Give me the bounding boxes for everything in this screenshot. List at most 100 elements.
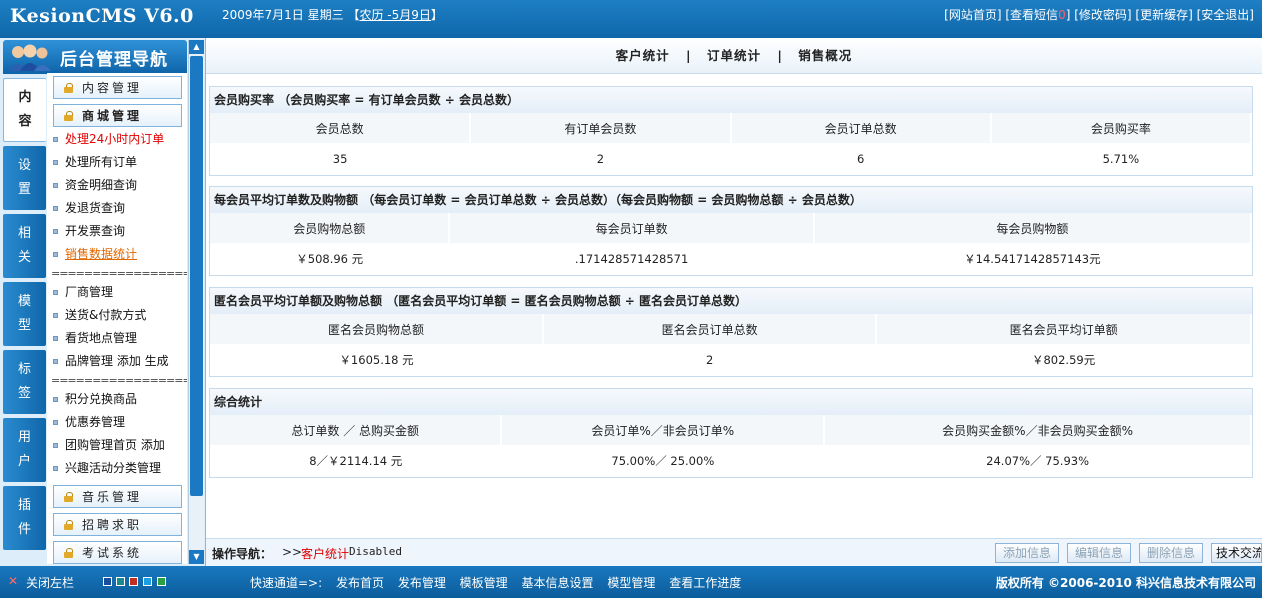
close-sidebar-link[interactable]: 关闭左栏 <box>26 574 74 591</box>
quick-link-publish-home[interactable]: 发布首页 <box>336 576 384 590</box>
bullet-icon <box>53 313 58 318</box>
menu-item-coupons[interactable]: 优惠券管理 <box>53 412 125 432</box>
theme-swatch[interactable] <box>116 577 125 586</box>
quick-link-templates[interactable]: 模板管理 <box>460 576 508 590</box>
lock-icon <box>64 82 73 93</box>
column-header: 匿名会员订单总数 <box>543 314 878 344</box>
bullet-icon <box>53 183 58 188</box>
sidebar-tab-model[interactable]: 模型 <box>3 282 46 346</box>
menu-item-orders-24h[interactable]: 处理24小时内订单 <box>53 129 164 149</box>
theme-swatch[interactable] <box>103 577 112 586</box>
column-header: 总订单数 ／ 总购买金额 <box>210 415 503 445</box>
scrollbar-thumb[interactable] <box>190 56 203 496</box>
menu-item-shipping-payment[interactable]: 送货&付款方式 <box>53 305 146 325</box>
section-music-management[interactable]: 音乐管理 <box>53 485 182 508</box>
bullet-icon <box>53 137 58 142</box>
sidebar-tab-tags[interactable]: 标签 <box>3 350 46 414</box>
tech-support-button[interactable]: 技术交流 <box>1211 543 1262 563</box>
panel-title: 综合统计 <box>210 389 1252 415</box>
refresh-cache-link[interactable]: [更新缓存] <box>1135 8 1192 22</box>
quick-link-models[interactable]: 模型管理 <box>607 576 655 590</box>
quick-link-publish-manage[interactable]: 发布管理 <box>398 576 446 590</box>
bullet-icon <box>53 229 58 234</box>
lock-icon <box>64 519 73 530</box>
sidebar-tab-settings[interactable]: 设置 <box>3 146 46 210</box>
lock-icon <box>64 110 73 121</box>
op-nav-label: 操作导航： <box>212 547 273 561</box>
menu-item-invoices[interactable]: 开发票查询 <box>53 221 125 241</box>
section-jobs[interactable]: 招聘求职 <box>53 513 182 536</box>
scroll-up-icon[interactable]: ▲ <box>189 40 204 54</box>
home-link[interactable]: [网站首页] <box>944 8 1001 22</box>
sidebar-tab-users[interactable]: 用户 <box>3 418 46 482</box>
lunar-date-link[interactable]: 农历 -5月9日 <box>359 8 430 22</box>
delete-info-button[interactable]: 删除信息 <box>1139 543 1203 563</box>
quick-link-work-progress[interactable]: 查看工作进度 <box>669 576 741 590</box>
menu-item-points-exchange[interactable]: 积分兑换商品 <box>53 389 137 409</box>
bullet-icon <box>53 359 58 364</box>
column-header: 会员购买金额%／非会员购买金额% <box>824 415 1252 445</box>
logout-link[interactable]: [安全退出] <box>1197 8 1254 22</box>
column-header: 会员订单%／非会员订单% <box>501 415 826 445</box>
add-info-button[interactable]: 添加信息 <box>995 543 1059 563</box>
table-header-row: 总订单数 ／ 总购买金额 会员订单%／非会员订单% 会员购买金额%／非会员购买金… <box>210 415 1252 445</box>
lock-icon <box>64 491 73 502</box>
menu-item-sales-stats[interactable]: 销售数据统计 <box>53 244 137 264</box>
menu-item-pickup-locations[interactable]: 看货地点管理 <box>53 328 137 348</box>
bullet-icon <box>53 466 58 471</box>
section-mall-management[interactable]: 商城管理 <box>53 104 182 127</box>
bullet-icon <box>53 290 58 295</box>
column-header: 会员订单总数 <box>730 113 992 143</box>
tab-order-stats[interactable]: 订单统计 <box>707 38 761 74</box>
edit-info-button[interactable]: 编辑信息 <box>1067 543 1131 563</box>
change-password-link[interactable]: [修改密码] <box>1074 8 1131 22</box>
quick-link-basic-settings[interactable]: 基本信息设置 <box>522 576 594 590</box>
tab-sales-overview[interactable]: 销售概况 <box>798 38 852 74</box>
menu-item-group-buy[interactable]: 团购管理首页 添加 <box>53 435 165 455</box>
tab-customer-stats[interactable]: 客户统计 <box>616 38 670 74</box>
section-content-management[interactable]: 内容管理 <box>53 76 182 99</box>
section-exam-system[interactable]: 考试系统 <box>53 541 182 564</box>
table-header-row: 会员购物总额 每会员订单数 每会员购物额 <box>210 213 1253 243</box>
date-text: 2009年7月1日 星期三 <box>222 8 344 22</box>
table-cell: 2 <box>706 353 714 367</box>
bullet-icon <box>53 443 58 448</box>
op-nav-current[interactable]: 客户统计 <box>301 545 349 562</box>
menu-separator: ================== <box>51 374 187 387</box>
panel-title: 会员购买率 （会员购买率 = 有订单会员数 ÷ 会员总数） <box>210 87 1252 113</box>
sidebar-tab-plugins[interactable]: 插件 <box>3 486 46 550</box>
sidebar-tab-related[interactable]: 相关 <box>3 214 46 278</box>
menu-item-fund-details[interactable]: 资金明细查询 <box>53 175 137 195</box>
bullet-icon <box>53 336 58 341</box>
sidebar-scrollbar[interactable]: ▲ ▼ <box>188 40 204 564</box>
column-header: 每会员购物额 <box>813 213 1253 243</box>
menu-item-vendors[interactable]: 厂商管理 <box>53 282 113 302</box>
table-header-row: 会员总数 有订单会员数 会员订单总数 会员购买率 <box>210 113 1253 143</box>
menu-item-brands[interactable]: 品牌管理 添加 生成 <box>53 351 169 371</box>
close-icon[interactable]: ✕ <box>8 574 18 588</box>
menu-item-all-orders[interactable]: 处理所有订单 <box>53 152 137 172</box>
messages-link[interactable]: [查看短信0] <box>1005 8 1070 22</box>
menu-item-returns[interactable]: 发退货查询 <box>53 198 125 218</box>
menu-item-interest-categories[interactable]: 兴趣活动分类管理 <box>53 458 161 478</box>
theme-swatch[interactable] <box>129 577 138 586</box>
table-cell: 8／￥2114.14 元 <box>309 454 403 468</box>
sidebar: 后台管理导航 内容 设置 相关 模型 标签 用户 插件 内容管理 商城管理 处理… <box>0 38 206 566</box>
table-row: 35 2 6 5.71% <box>210 143 1251 175</box>
table-cell: .171428571428571 <box>574 252 689 266</box>
table-cell: 35 <box>332 152 348 166</box>
date-display: 2009年7月1日 星期三 【农历 -5月9日】 <box>222 8 443 22</box>
bullet-icon <box>53 160 58 165</box>
panel-summary-stats: 综合统计 总订单数 ／ 总购买金额 会员订单%／非会员订单% 会员购买金额%／非… <box>209 388 1253 478</box>
menu-separator: ================== <box>51 267 187 280</box>
theme-swatch[interactable] <box>157 577 166 586</box>
bullet-icon <box>53 252 58 257</box>
scroll-down-icon[interactable]: ▼ <box>189 550 204 564</box>
table-cell: ￥14.5417142857143元 <box>964 252 1101 266</box>
theme-swatch[interactable] <box>143 577 152 586</box>
panel-per-member-average: 每会员平均订单数及购物额 （每会员订单数 = 会员订单总数 ÷ 会员总数）（每会… <box>209 186 1253 276</box>
panel-title: 匿名会员平均订单额及购物总额 （匿名会员平均订单额 = 匿名会员购物总额 ÷ 匿… <box>210 288 1252 314</box>
nav-header: 后台管理导航 <box>3 40 187 74</box>
sidebar-tab-content[interactable]: 内容 <box>3 78 46 142</box>
main-content: 客户统计 | 订单统计 | 销售概况 会员购买率 （会员购买率 = 有订单会员数… <box>206 38 1262 566</box>
